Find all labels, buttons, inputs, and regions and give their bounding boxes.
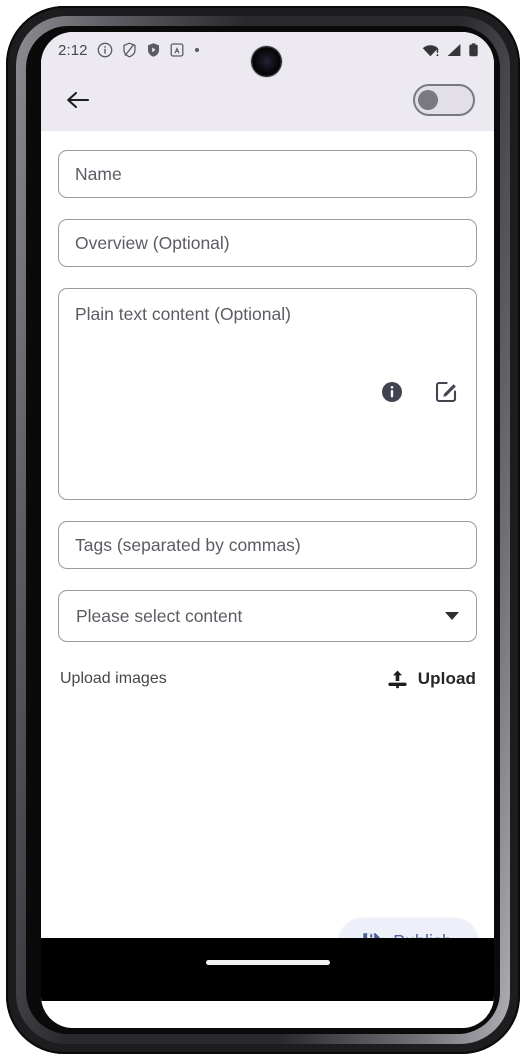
shield-filled-icon — [147, 43, 159, 57]
battery-full-icon — [469, 43, 478, 57]
status-bar-left: 2:12 — [58, 42, 201, 59]
upload-row: Upload images Upload — [58, 664, 477, 694]
name-input[interactable]: Name — [58, 150, 477, 198]
upload-button-label: Upload — [417, 669, 476, 688]
tags-input-placeholder: Tags (separated by commas) — [75, 534, 301, 555]
dot-icon — [194, 47, 199, 53]
name-input-placeholder: Name — [75, 163, 122, 184]
chevron-down-icon — [445, 612, 459, 620]
mode-toggle-thumb — [418, 89, 438, 110]
tags-input[interactable]: Tags (separated by commas) — [58, 521, 477, 569]
wifi-alert-icon — [422, 45, 439, 57]
back-arrow-icon — [67, 91, 90, 108]
gesture-nav-bar — [41, 938, 494, 1001]
gesture-nav-handle[interactable] — [205, 960, 330, 965]
mode-toggle[interactable] — [413, 83, 475, 116]
plain-text-input-placeholder: Plain text content (Optional) — [75, 304, 291, 324]
info-icon[interactable] — [381, 381, 403, 403]
shield-slash-icon — [122, 42, 136, 58]
phone-frame: 2:12 Name Overview (Optional) Plain text… — [6, 6, 520, 1054]
info-circle-icon — [97, 42, 112, 58]
form-content: Name Overview (Optional) Plain text cont… — [41, 131, 494, 1001]
app-badge-icon — [170, 43, 184, 57]
status-clock: 2:12 — [58, 41, 88, 59]
plain-text-input[interactable]: Plain text content (Optional) — [58, 288, 477, 500]
edit-square-icon[interactable] — [435, 380, 458, 403]
upload-button[interactable]: Upload — [386, 668, 476, 691]
upload-images-label: Upload images — [60, 670, 167, 687]
back-button[interactable] — [57, 79, 99, 121]
status-bar-right — [422, 32, 479, 68]
upload-icon — [388, 670, 407, 688]
overview-input-placeholder: Overview (Optional) — [75, 232, 230, 253]
phone-screen: 2:12 Name Overview (Optional) Plain text… — [41, 32, 494, 1028]
front-camera-icon — [252, 47, 281, 76]
app-bar — [41, 68, 494, 131]
plain-text-actions — [381, 380, 458, 403]
content-select[interactable]: Please select content — [58, 590, 477, 642]
overview-input[interactable]: Overview (Optional) — [58, 219, 477, 267]
content-select-value: Please select content — [76, 605, 243, 626]
cellular-signal-icon — [447, 44, 461, 56]
